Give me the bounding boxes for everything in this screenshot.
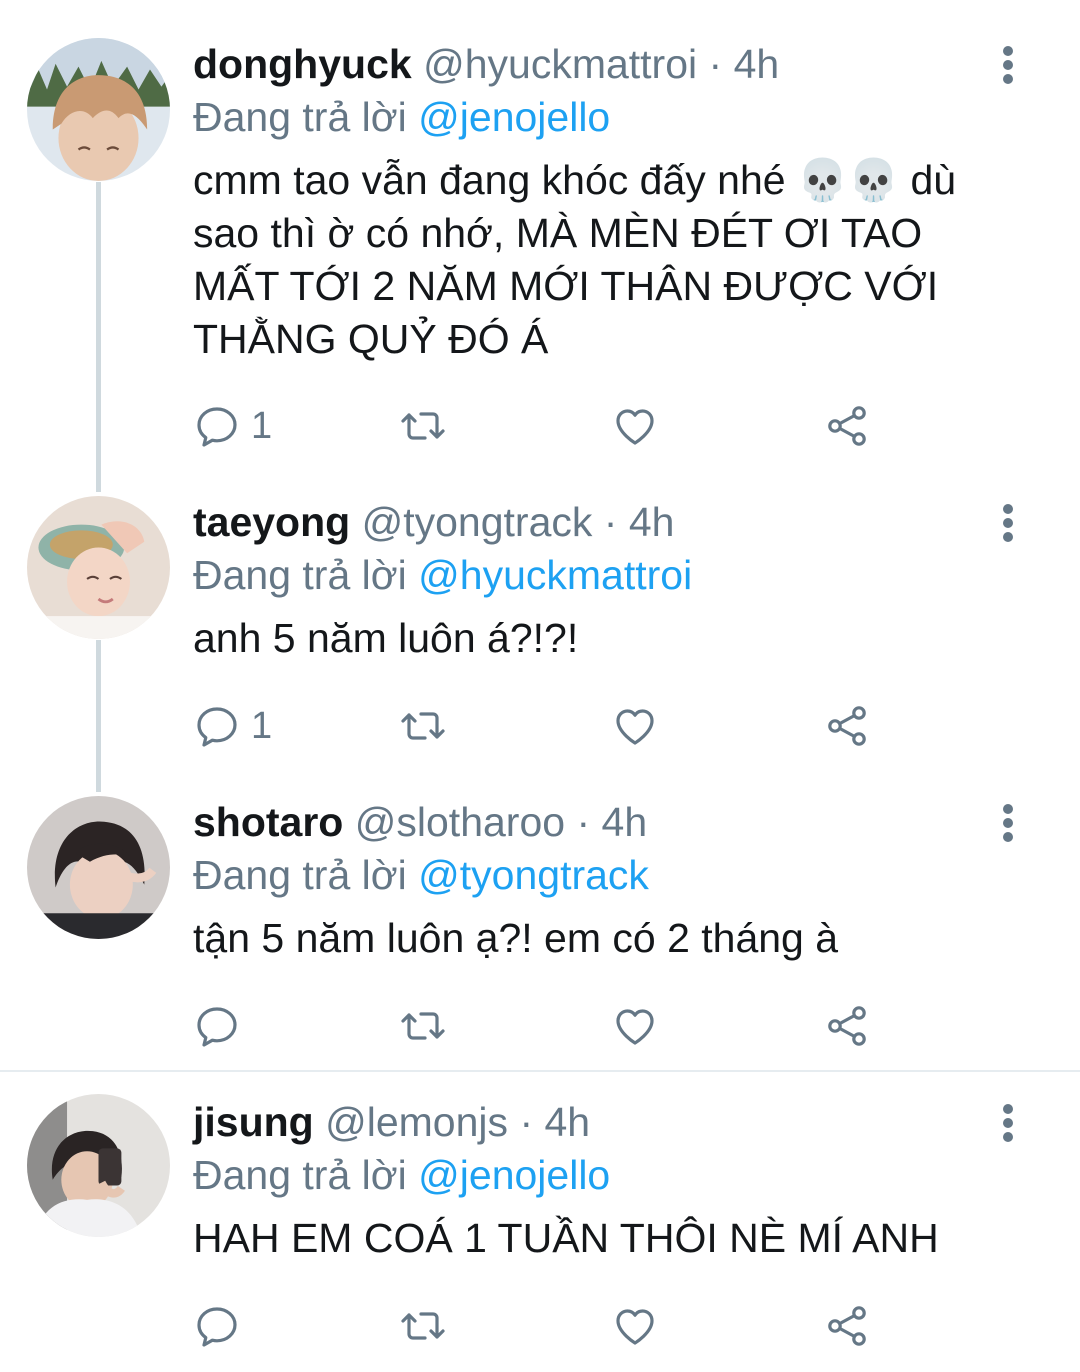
more-icon (1003, 1104, 1013, 1142)
reply-icon (197, 1007, 237, 1047)
more-icon (1003, 46, 1013, 84)
avatar[interactable] (27, 38, 170, 181)
more-options-button[interactable] (988, 798, 1028, 848)
user-handle[interactable]: @slotharoo (355, 799, 565, 845)
share-icon (828, 1006, 866, 1046)
like-button[interactable] (611, 396, 659, 456)
share-button[interactable] (823, 996, 871, 1056)
more-options-button[interactable] (988, 1098, 1028, 1148)
display-name[interactable]: shotaro (193, 799, 343, 845)
tweet-actions: 1 (193, 696, 893, 756)
avatar-photo (27, 796, 170, 939)
reply-icon (197, 1307, 237, 1347)
mention-link[interactable]: @jenojello (418, 1152, 610, 1198)
like-button[interactable] (611, 996, 659, 1056)
mention-link[interactable]: @tyongtrack (418, 852, 649, 898)
reply-button[interactable]: 1 (193, 696, 272, 756)
reply-count: 1 (251, 704, 273, 747)
avatar[interactable] (27, 796, 170, 939)
avatar-photo (27, 496, 170, 639)
tweet-header: jisung @lemonjs · 4h (193, 1096, 1020, 1148)
retweet-button[interactable] (399, 696, 447, 756)
tweet-text: tận 5 năm luôn ạ?! em có 2 tháng à (193, 915, 839, 961)
mention-link[interactable]: @hyuckmattroi (418, 552, 692, 598)
tweet-header: taeyong @tyongtrack · 4h (193, 496, 1020, 548)
reply-button[interactable] (193, 1296, 251, 1356)
user-handle[interactable]: @lemonjs (325, 1099, 508, 1145)
display-name[interactable]: jisung (193, 1099, 314, 1145)
retweet-icon (401, 1312, 445, 1340)
retweet-button[interactable] (399, 1296, 447, 1356)
replying-to-label: Đang trả lời (193, 552, 407, 598)
more-options-button[interactable] (988, 498, 1028, 548)
tweet-actions (193, 996, 893, 1056)
share-button[interactable] (823, 396, 871, 456)
reply-button[interactable]: 1 (193, 396, 272, 456)
share-icon (828, 406, 866, 446)
share-button[interactable] (823, 1296, 871, 1356)
like-icon (616, 709, 654, 745)
user-handle[interactable]: @hyuckmattroi (423, 41, 697, 87)
mention-link[interactable]: @jenojello (418, 94, 610, 140)
tweet-time[interactable]: 4h (545, 1099, 591, 1145)
reply-count: 1 (251, 404, 273, 447)
tweet-text: HAH EM COÁ 1 TUẦN THÔI NÈ MÍ ANH (193, 1215, 939, 1261)
reply-icon (197, 707, 237, 747)
like-icon (616, 1309, 654, 1345)
tweet-header: shotaro @slotharoo · 4h (193, 796, 1020, 848)
replying-to-label: Đang trả lời (193, 94, 407, 140)
conversation-divider (0, 1070, 1080, 1072)
avatar[interactable] (27, 1094, 170, 1237)
tweet[interactable]: taeyong @tyongtrack · 4h Đang trả lời @h… (0, 480, 1080, 780)
tweet-time[interactable]: 4h (602, 799, 648, 845)
display-name[interactable]: donghyuck (193, 41, 412, 87)
separator-dot: · (519, 1099, 534, 1145)
retweet-button[interactable] (399, 396, 447, 456)
separator-dot: · (576, 799, 591, 845)
tweet[interactable]: donghyuck @hyuckmattroi · 4h Đang trả lờ… (0, 0, 1080, 480)
tweet-actions: 1 (193, 396, 893, 456)
more-icon (1003, 804, 1013, 842)
separator-dot: · (603, 499, 618, 545)
reply-button[interactable] (193, 996, 251, 1056)
tweet[interactable]: shotaro @slotharoo · 4h Đang trả lời @ty… (0, 780, 1080, 1068)
separator-dot: · (708, 41, 723, 87)
avatar-photo (27, 1094, 170, 1237)
replying-to: Đang trả lời @hyuckmattroi (193, 548, 1020, 602)
replying-to: Đang trả lời @jenojello (193, 90, 1020, 144)
replying-to-label: Đang trả lời (193, 1152, 407, 1198)
more-options-button[interactable] (988, 40, 1028, 90)
display-name[interactable]: taeyong (193, 499, 350, 545)
tweet-time[interactable]: 4h (629, 499, 675, 545)
like-icon (616, 409, 654, 445)
like-button[interactable] (611, 1296, 659, 1356)
more-icon (1003, 504, 1013, 542)
tweet-actions (193, 1296, 893, 1356)
avatar[interactable] (27, 496, 170, 639)
retweet-icon (401, 1012, 445, 1040)
tweet-text: cmm tao vẫn đang khóc đấy nhé 💀💀 dù sao … (193, 157, 957, 362)
share-icon (828, 706, 866, 746)
tweet-header: donghyuck @hyuckmattroi · 4h (193, 38, 1020, 90)
retweet-icon (401, 712, 445, 740)
share-button[interactable] (823, 696, 871, 756)
tweet[interactable]: jisung @lemonjs · 4h Đang trả lời @jenoj… (0, 1080, 1080, 1372)
timeline: donghyuck @hyuckmattroi · 4h Đang trả lờ… (0, 0, 1080, 1372)
replying-to: Đang trả lời @jenojello (193, 1148, 1020, 1202)
replying-to: Đang trả lời @tyongtrack (193, 848, 1020, 902)
tweet-time[interactable]: 4h (734, 41, 780, 87)
tweet-text: anh 5 năm luôn á?!?! (193, 615, 579, 661)
retweet-icon (401, 412, 445, 440)
avatar-photo (27, 38, 170, 181)
share-icon (828, 1306, 866, 1346)
like-button[interactable] (611, 696, 659, 756)
replying-to-label: Đang trả lời (193, 852, 407, 898)
reply-icon (197, 407, 237, 447)
like-icon (616, 1009, 654, 1045)
user-handle[interactable]: @tyongtrack (362, 499, 593, 545)
retweet-button[interactable] (399, 996, 447, 1056)
